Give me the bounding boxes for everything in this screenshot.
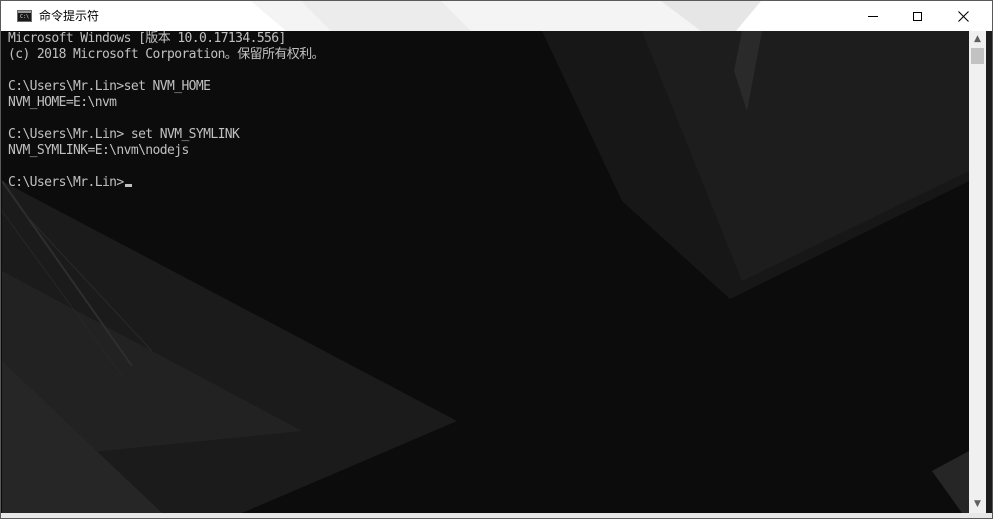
window-bottom-border <box>1 513 992 518</box>
scroll-up-arrow-icon: ▲ <box>974 34 981 44</box>
title-bar-background <box>251 1 761 31</box>
cmd-window: C:\ 命令提示符 Microsoft Windows [版本 10.0.171… <box>0 0 993 519</box>
console-line: Microsoft Windows [版本 10.0.17134.556] <box>8 31 324 47</box>
console-line: C:\Users\Mr.Lin>set NVM_HOME <box>8 79 324 95</box>
vertical-scrollbar[interactable]: ▲ ▼ <box>969 31 986 513</box>
console-line: NVM_HOME=E:\nvm <box>8 95 324 111</box>
console-line-text: C:\Users\Mr.Lin> <box>8 175 124 190</box>
console-line: (c) 2018 Microsoft Corporation。保留所有权利。 <box>8 47 325 63</box>
scroll-down-arrow-icon: ▼ <box>974 499 981 509</box>
scroll-thumb[interactable] <box>971 48 984 64</box>
console-line: C:\Users\Mr.Lin> set NVM_SYMLINK <box>8 127 324 143</box>
console-line-text: C:\Users\Mr.Lin>set NVM_HOME <box>8 79 211 94</box>
console-line: NVM_SYMLINK=E:\nvm\nodejs <box>8 143 324 159</box>
desktop-edge-right <box>986 31 992 518</box>
close-icon <box>957 10 969 22</box>
console-line-text: C:\Users\Mr.Lin> set NVM_SYMLINK <box>8 127 240 142</box>
console-line-text: (c) 2018 Microsoft Corporation。保留所有权利。 <box>8 47 325 62</box>
maximize-button[interactable] <box>894 1 940 31</box>
console-line: C:\Users\Mr.Lin> <box>8 175 324 191</box>
console-line-text: Microsoft Windows [版本 10.0.17134.556] <box>8 31 286 46</box>
scroll-down-button[interactable]: ▼ <box>969 496 986 513</box>
close-button[interactable] <box>940 1 986 31</box>
console-text: Microsoft Windows [版本 10.0.17134.556] (c)… <box>8 31 325 191</box>
text-cursor <box>124 184 132 187</box>
console-output-area[interactable]: Microsoft Windows [版本 10.0.17134.556] (c)… <box>2 31 969 513</box>
window-title: 命令提示符 <box>39 9 100 23</box>
minimize-icon <box>868 15 878 17</box>
title-bar[interactable]: C:\ 命令提示符 <box>1 1 992 31</box>
console-line-text: NVM_SYMLINK=E:\nvm\nodejs <box>8 143 189 158</box>
minimize-button[interactable] <box>850 1 896 31</box>
console-line-text: NVM_HOME=E:\nvm <box>8 95 117 110</box>
scroll-up-button[interactable]: ▲ <box>969 31 986 48</box>
maximize-icon <box>912 11 922 21</box>
cmd-icon: C:\ <box>17 10 32 22</box>
